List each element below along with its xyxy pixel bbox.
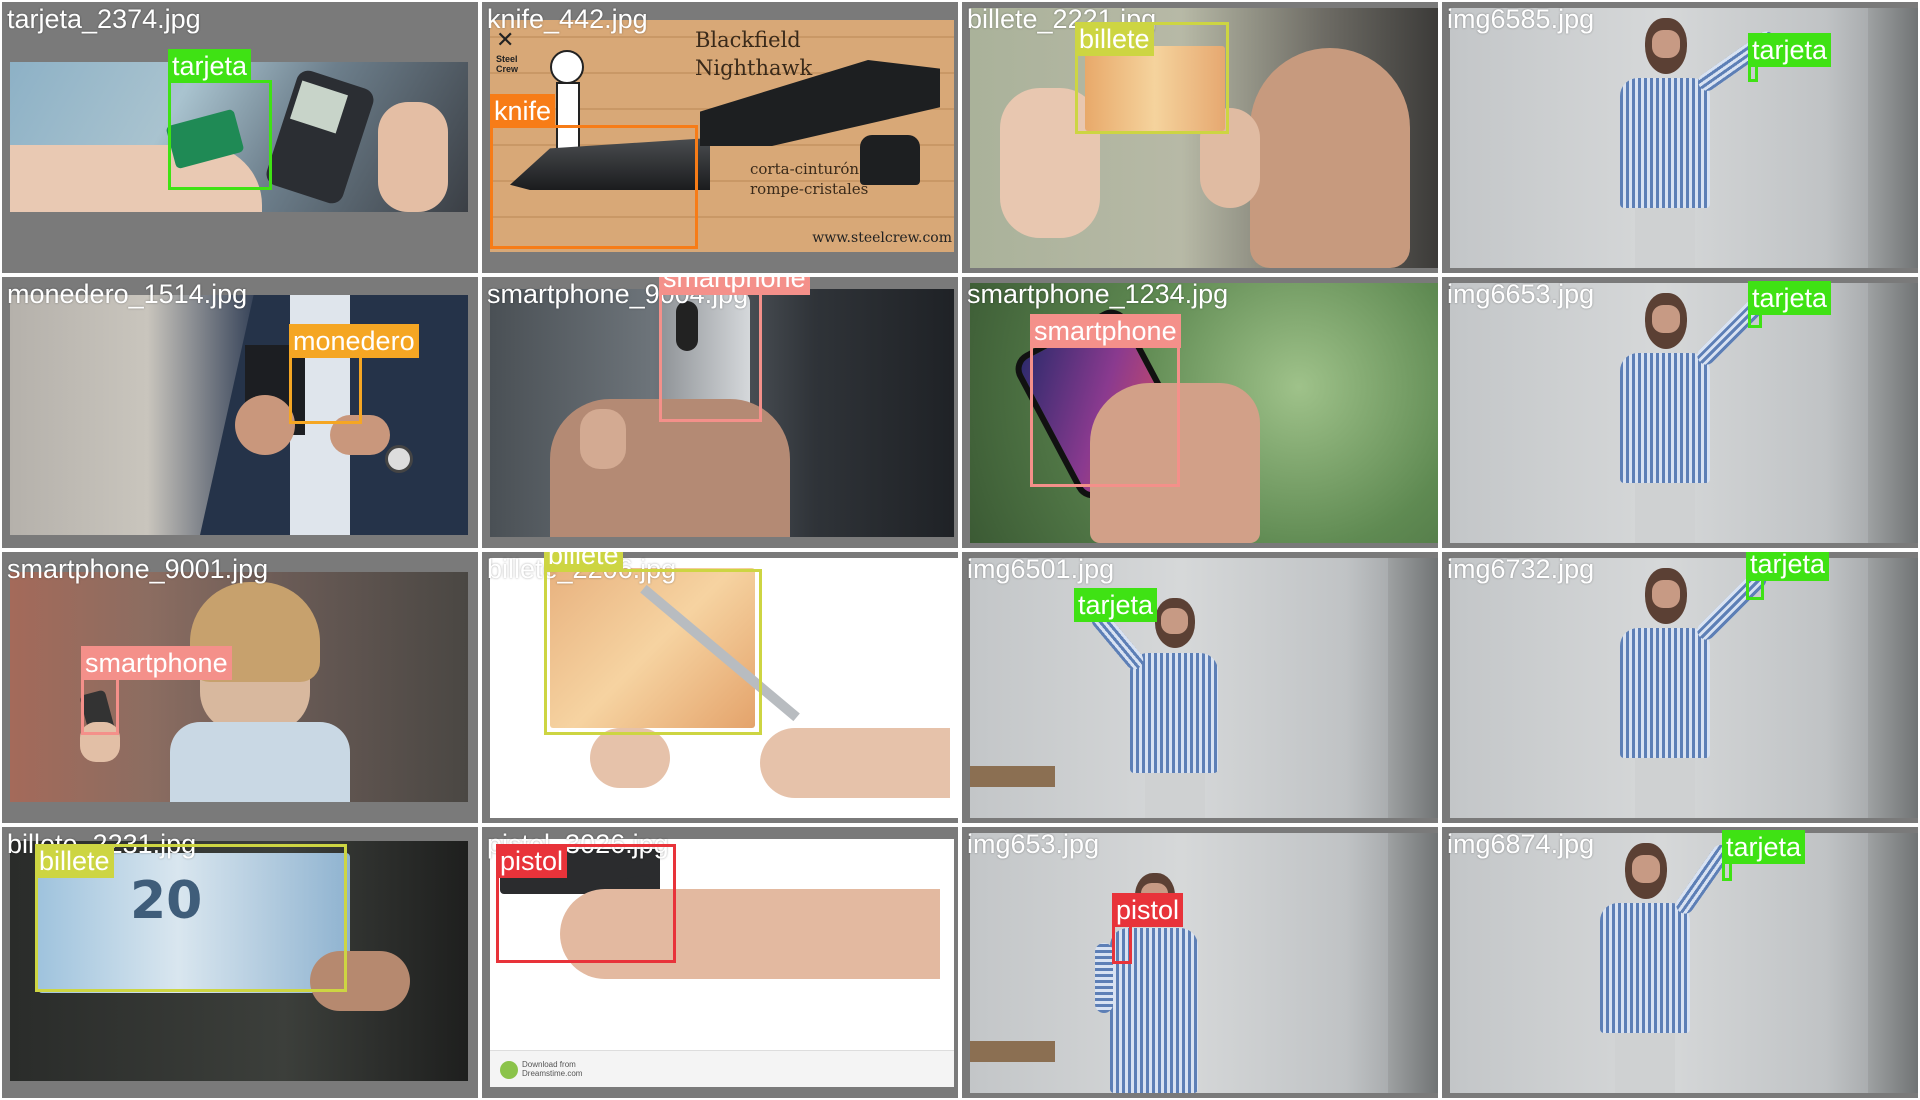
ad-feature-2: rompe-cristales (750, 180, 869, 198)
detection-label: tarjeta (1746, 552, 1830, 581)
detection-box-pistol[interactable]: pistol (496, 844, 676, 963)
tile-billete-2231[interactable]: 20 billete_2231.jpg billete (0, 825, 480, 1100)
tile-smartphone-9001[interactable]: smartphone_9001.jpg smartphone (0, 550, 480, 825)
tile-img6585[interactable]: img6585.jpg tarjeta (1440, 0, 1920, 275)
detection-label: smartphone (81, 646, 232, 680)
detection-box-monedero[interactable]: monedero (289, 324, 419, 424)
detection-box-knife[interactable]: knife (490, 94, 698, 249)
detection-box-tarjeta[interactable]: tarjeta (1074, 588, 1158, 622)
detection-label: tarjeta (168, 49, 252, 83)
detection-grid: tarjeta_2374.jpg tarjeta ✕ Steel Crew Bl… (0, 0, 1920, 1100)
tile-img6874[interactable]: img6874.jpg tarjeta (1440, 825, 1920, 1100)
filename-label: tarjeta_2374.jpg (7, 4, 201, 34)
detection-label: monedero (289, 324, 419, 358)
detection-label: billete (544, 552, 623, 572)
tile-tarjeta-2374[interactable]: tarjeta_2374.jpg tarjeta (0, 0, 480, 275)
photo (970, 558, 1438, 818)
tile-img6501[interactable]: img6501.jpg tarjeta (960, 550, 1440, 825)
tile-knife-442[interactable]: ✕ Steel Crew Blackfield Nighthawk corta-… (480, 0, 960, 275)
dreamstime-footer: Download from Dreamstime.com (522, 1060, 583, 1078)
detection-box-tarjeta[interactable]: tarjeta (1748, 33, 1832, 82)
filename-label: img6501.jpg (967, 554, 1115, 584)
detection-box-tarjeta[interactable]: tarjeta (1746, 552, 1830, 600)
detection-box-smartphone[interactable]: smartphone (659, 277, 810, 422)
filename-label: knife_442.jpg (487, 4, 648, 34)
photo (10, 572, 468, 802)
detection-label: tarjeta (1748, 281, 1832, 315)
tile-monedero-1514[interactable]: monedero_1514.jpg monedero (0, 275, 480, 550)
detection-box-tarjeta[interactable]: tarjeta (1748, 281, 1832, 328)
tile-img6653[interactable]: img6653.jpg tarjeta (1440, 275, 1920, 550)
detection-label: knife (490, 94, 556, 128)
tile-billete-2221[interactable]: billete_2221.jpg billete (960, 0, 1440, 275)
filename-label: smartphone_1234.jpg (967, 279, 1229, 309)
tile-img6732[interactable]: img6732.jpg tarjeta (1440, 550, 1920, 825)
detection-box-smartphone[interactable]: smartphone (1030, 314, 1181, 487)
tile-pistol-3026[interactable]: Download from Dreamstime.com pistol_3026… (480, 825, 960, 1100)
filename-label: img6653.jpg (1447, 279, 1595, 309)
detection-label: tarjeta (1722, 830, 1806, 864)
detection-box-tarjeta[interactable]: tarjeta (1722, 830, 1806, 881)
tile-img653[interactable]: img653.jpg pistol (960, 825, 1440, 1100)
photo (1450, 833, 1918, 1093)
photo (970, 833, 1438, 1093)
ad-model: Nighthawk (695, 56, 813, 80)
detection-box-tarjeta[interactable]: tarjeta (168, 49, 272, 190)
photo (1450, 558, 1918, 818)
tile-billete-2206[interactable]: billete_2206.jpg billete (480, 550, 960, 825)
detection-label: tarjeta (1074, 588, 1158, 622)
detection-label: billete (35, 844, 114, 878)
detection-label: smartphone (659, 277, 810, 295)
detection-label: smartphone (1030, 314, 1181, 348)
detection-box-billete[interactable]: billete (35, 844, 347, 992)
detection-box-billete[interactable]: billete (544, 552, 762, 735)
detection-label: billete (1075, 22, 1154, 56)
filename-label: img6585.jpg (1447, 4, 1595, 34)
filename-label: monedero_1514.jpg (7, 279, 248, 309)
logo-text: Steel Crew (496, 54, 519, 74)
tile-smartphone-9004[interactable]: smartphone_9004.jpg smartphone (480, 275, 960, 550)
photo (1450, 283, 1918, 543)
detection-label: pistol (1112, 893, 1184, 927)
photo (1450, 8, 1918, 268)
tile-smartphone-1234[interactable]: smartphone_1234.jpg smartphone (960, 275, 1440, 550)
filename-label: img6732.jpg (1447, 554, 1595, 584)
detection-box-smartphone[interactable]: smartphone (81, 646, 232, 735)
detection-label: pistol (496, 844, 568, 878)
ad-feature-1: corta-cinturón (750, 160, 860, 178)
detection-box-billete[interactable]: billete (1075, 22, 1229, 134)
filename-label: smartphone_9001.jpg (7, 554, 269, 584)
filename-label: img6874.jpg (1447, 829, 1595, 859)
ad-brand: Blackfield (695, 28, 801, 52)
ad-url: www.steelcrew.com (812, 230, 952, 246)
detection-box-pistol[interactable]: pistol (1112, 893, 1184, 964)
detection-label: tarjeta (1748, 33, 1832, 67)
filename-label: img653.jpg (967, 829, 1100, 859)
